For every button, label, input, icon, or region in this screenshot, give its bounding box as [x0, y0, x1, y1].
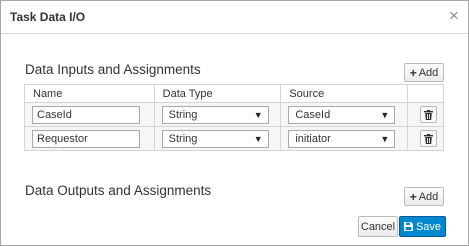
trash-icon	[424, 133, 434, 144]
caret-down-icon: ▼	[253, 133, 263, 144]
cancel-button[interactable]: Cancel	[358, 216, 398, 237]
outputs-section-title: Data Outputs and Assignments	[25, 183, 212, 198]
plus-icon: +	[409, 65, 417, 80]
table-row: Requestor String ▼ initiator ▼	[24, 126, 444, 151]
data-type-value: String	[168, 132, 198, 145]
delete-row-button[interactable]	[420, 106, 438, 123]
data-type-value: String	[168, 108, 198, 121]
source-value: CaseId	[295, 108, 331, 121]
close-icon[interactable]: ×	[449, 7, 459, 24]
dialog-header: Task Data I/O ×	[1, 1, 468, 34]
delete-row-button[interactable]	[420, 130, 438, 147]
dialog-title: Task Data I/O	[10, 10, 86, 24]
add-output-button[interactable]: + Add	[404, 187, 444, 206]
column-header-data-type: Data Type	[153, 84, 282, 103]
source-value: initiator	[295, 132, 331, 145]
save-button[interactable]: Save	[399, 216, 446, 237]
add-input-button[interactable]: + Add	[404, 63, 444, 82]
inputs-section-title: Data Inputs and Assignments	[25, 62, 201, 77]
data-type-select[interactable]: String ▼	[161, 129, 269, 148]
source-select[interactable]: initiator ▼	[288, 129, 396, 148]
floppy-disk-icon	[403, 222, 413, 231]
trash-icon	[424, 109, 434, 120]
save-label: Save	[415, 220, 442, 233]
data-type-select[interactable]: String ▼	[161, 105, 269, 124]
caret-down-icon: ▼	[380, 109, 390, 120]
inputs-table-header: Name Data Type Source	[24, 84, 444, 103]
caret-down-icon: ▼	[253, 109, 263, 120]
source-select[interactable]: CaseId ▼	[288, 105, 396, 124]
add-input-label: Add	[418, 66, 439, 79]
column-header-source: Source	[280, 84, 409, 103]
table-row: CaseId String ▼ CaseId ▼	[24, 102, 444, 127]
name-input[interactable]: Requestor	[32, 129, 140, 148]
task-data-io-dialog: Task Data I/O × Data Inputs and Assignme…	[0, 0, 469, 246]
column-header-name: Name	[24, 84, 155, 103]
add-output-label: Add	[418, 190, 439, 203]
inputs-table: Name Data Type Source CaseId String ▼ Ca…	[24, 84, 444, 151]
column-header-actions	[407, 84, 444, 103]
plus-icon: +	[409, 189, 417, 204]
name-input[interactable]: CaseId	[32, 105, 140, 124]
caret-down-icon: ▼	[380, 133, 390, 144]
